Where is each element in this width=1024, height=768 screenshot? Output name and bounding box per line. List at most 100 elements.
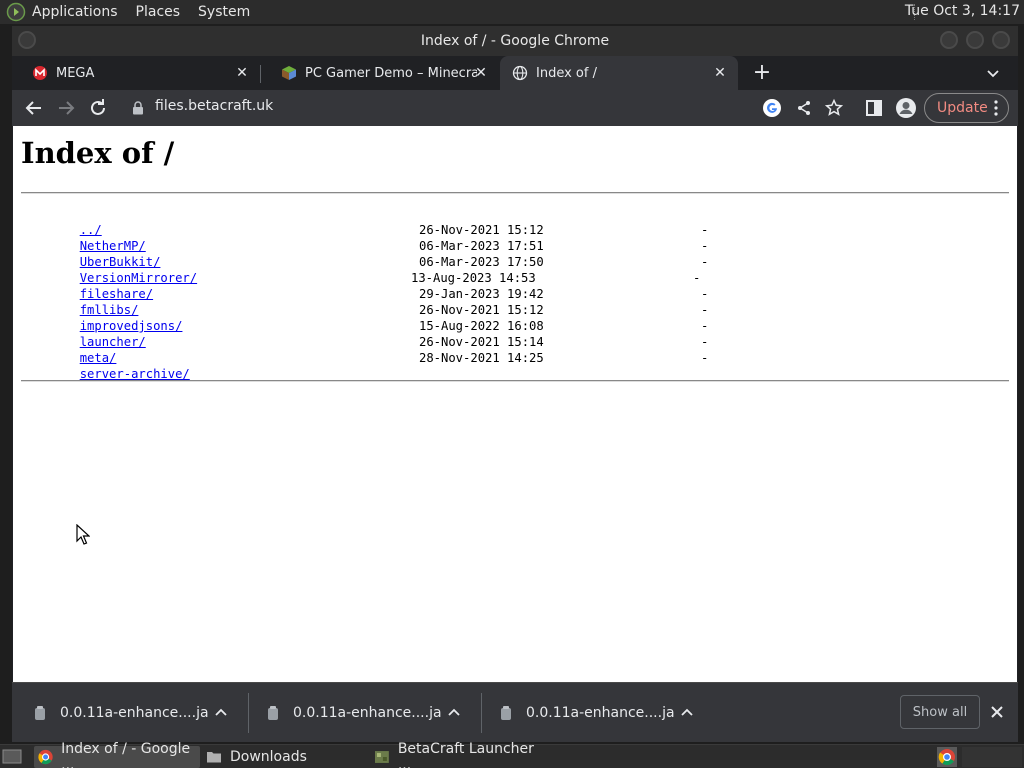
entry-size: -: [701, 223, 709, 237]
new-tab-button[interactable]: +: [750, 62, 774, 86]
update-button[interactable]: Update: [924, 93, 1009, 123]
folder-icon: [207, 752, 221, 763]
chevron-down-icon[interactable]: [984, 64, 1002, 82]
list-item: UberBukkit/ 06-Mar-2023 17:51 -: [21, 238, 709, 269]
forward-arrow-icon[interactable]: [54, 96, 78, 120]
chevron-up-icon[interactable]: [214, 705, 228, 719]
taskbar-item-chrome[interactable]: Index of / - Google ...: [34, 741, 200, 768]
mega-icon: [33, 66, 47, 80]
tab-strip: MEGA ✕ PC Gamer Demo – Minecraft W ✕ Ind…: [12, 56, 1018, 90]
list-item: improvedjsons/ 26-Nov-2021 15:12 -: [21, 302, 709, 333]
chrome-icon: [38, 749, 53, 765]
top-panel: Applications Places System Tue Oct 3, 14…: [0, 0, 1024, 24]
menu-places[interactable]: Places: [136, 4, 181, 20]
tab-label: MEGA: [56, 65, 95, 81]
download-item[interactable]: 0.0.11a-enhance....jar: [478, 683, 710, 743]
reload-icon[interactable]: [86, 96, 110, 120]
download-item[interactable]: 0.0.11a-enhance....jar: [245, 683, 477, 743]
tab-pc-gamer-demo[interactable]: PC Gamer Demo – Minecraft W ✕: [261, 56, 499, 90]
close-tab-icon[interactable]: ✕: [234, 65, 250, 81]
jar-file-icon: [35, 706, 45, 720]
profile-avatar-icon[interactable]: [894, 96, 918, 120]
distro-logo-icon[interactable]: [6, 2, 26, 22]
entry-date: 26-Nov-2021 15:12: [419, 303, 544, 317]
list-item: launcher/ 15-Aug-2022 16:08 -: [21, 318, 709, 349]
close-tab-icon[interactable]: ✕: [712, 65, 728, 81]
entry-link[interactable]: server-archive/: [80, 367, 190, 381]
download-filename: 0.0.11a-enhance....jar: [60, 705, 208, 721]
entry-size: -: [701, 351, 709, 365]
list-item: meta/ 26-Nov-2021 15:14 -: [21, 334, 709, 365]
taskbar-label: BetaCraft Launcher ...: [397, 741, 534, 768]
download-shelf: 0.0.11a-enhance....jar 0.0.11a-enhance..…: [12, 682, 1018, 742]
kebab-menu-icon[interactable]: [994, 100, 998, 116]
betacraft-icon: [374, 751, 389, 763]
list-item: NetherMP/ 26-Nov-2021 15:12 -: [21, 222, 709, 253]
star-icon[interactable]: [824, 98, 844, 118]
bottom-taskbar: Index of / - Google ... Downloads BetaCr…: [0, 741, 1024, 768]
entry-date: 26-Nov-2021 15:14: [419, 335, 544, 349]
taskbar-label: Index of / - Google ...: [61, 741, 191, 768]
browser-toolbar: files.betacraft.uk Update: [12, 90, 1018, 126]
entry-date: 06-Mar-2023 17:51: [419, 239, 544, 253]
google-icon[interactable]: [762, 98, 782, 118]
chevron-up-icon[interactable]: [447, 705, 461, 719]
entry-size: -: [701, 319, 709, 333]
close-icon[interactable]: [988, 703, 1006, 721]
download-item[interactable]: 0.0.11a-enhance....jar: [12, 683, 244, 743]
window-titlebar[interactable]: Index of / - Google Chrome: [12, 26, 1018, 56]
globe-icon: [512, 65, 528, 81]
lock-icon[interactable]: [132, 101, 144, 115]
entry-size: -: [701, 255, 709, 269]
top-divider: [21, 192, 1009, 194]
list-item: fmllibs/ 29-Jan-2023 19:42 -: [21, 286, 709, 317]
tab-mega[interactable]: MEGA ✕: [12, 56, 260, 90]
tab-index-of[interactable]: Index of / ✕: [500, 56, 738, 90]
list-item: server-archive/ 28-Nov-2021 14:25 -: [21, 350, 709, 381]
taskbar-item-betacraft[interactable]: BetaCraft Launcher ...: [370, 741, 550, 768]
entry-size: -: [693, 271, 701, 285]
update-label: Update: [937, 100, 988, 116]
entry-date: 13-Aug-2023 14:53: [411, 271, 536, 285]
show-all-button[interactable]: Show all: [900, 695, 980, 729]
window-title: Index of / - Google Chrome: [420, 33, 610, 49]
side-panel-icon[interactable]: [862, 96, 886, 120]
workspace-switcher[interactable]: [962, 747, 1022, 767]
show-desktop-icon[interactable]: [2, 748, 22, 766]
minecraft-icon: [282, 66, 296, 80]
entry-size: -: [701, 303, 709, 317]
entry-size: -: [701, 335, 709, 349]
menu-applications[interactable]: Applications: [32, 4, 118, 20]
chrome-icon[interactable]: [937, 747, 957, 767]
taskbar-item-downloads[interactable]: Downloads: [202, 746, 368, 768]
minimize-button[interactable]: [940, 31, 958, 49]
jar-file-icon: [501, 706, 511, 720]
clock[interactable]: Tue Oct 3, 14:17: [905, 3, 1020, 19]
page-viewport: Index of / ../ NetherMP/ 26-Nov-2021 15:…: [13, 126, 1017, 682]
entry-date: 26-Nov-2021 15:12: [419, 223, 544, 237]
address-bar[interactable]: files.betacraft.uk: [122, 94, 922, 122]
list-item: ../: [21, 206, 197, 237]
back-arrow-icon[interactable]: [22, 96, 46, 120]
maximize-button[interactable]: [966, 31, 984, 49]
entry-date: 29-Jan-2023 19:42: [419, 287, 544, 301]
mouse-pointer-icon: [76, 524, 90, 545]
share-icon[interactable]: [794, 98, 814, 118]
entry-date: 15-Aug-2022 16:08: [419, 319, 544, 333]
download-filename: 0.0.11a-enhance....jar: [293, 705, 441, 721]
close-window-button[interactable]: [992, 31, 1010, 49]
page-heading: Index of /: [21, 136, 175, 170]
tab-label: Index of /: [536, 65, 597, 81]
chevron-up-icon[interactable]: [680, 705, 694, 719]
taskbar-label: Downloads: [230, 749, 307, 765]
download-filename: 0.0.11a-enhance....jar: [526, 705, 674, 721]
close-tab-icon[interactable]: ✕: [473, 65, 489, 81]
directory-listing: ../ NetherMP/ 26-Nov-2021 15:12 - UberBu…: [21, 206, 709, 381]
entry-size: -: [701, 287, 709, 301]
url-text: files.betacraft.uk: [155, 98, 274, 114]
browser-window: Index of / - Google Chrome MEGA ✕ PC Gam…: [12, 26, 1018, 742]
list-item: VersionMirrorer/ 06-Mar-2023 17:50 -: [21, 254, 709, 285]
menu-system[interactable]: System: [198, 4, 250, 20]
entry-date: 06-Mar-2023 17:50: [419, 255, 544, 269]
list-item: fileshare/ 13-Aug-2023 14:53 -: [21, 270, 701, 301]
